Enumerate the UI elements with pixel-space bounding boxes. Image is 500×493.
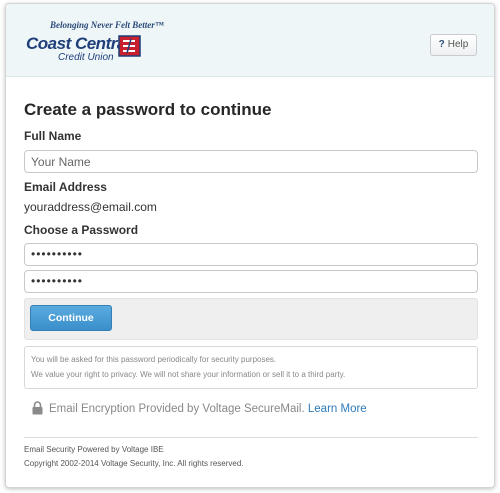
help-icon: ? [438,39,445,50]
logo-name: Coast Central [26,34,131,53]
learn-more-link[interactable]: Learn More [308,403,367,415]
continue-button[interactable]: Continue [30,305,112,331]
logo-mark-icon [118,35,141,57]
full-name-input[interactable] [24,150,478,173]
footer-powered-by: Email Security Powered by Voltage IBE [24,445,164,454]
encryption-text: Email Encryption Provided by Voltage Sec… [49,403,305,415]
notice-line-2: We value your right to privacy. We will … [31,370,346,379]
page-title: Create a password to continue [24,100,272,119]
encryption-notice: Email Encryption Provided by Voltage Sec… [49,403,367,415]
email-label: Email Address [24,180,107,194]
footer-divider [24,437,478,438]
lock-icon [32,401,43,415]
notice-line-1: You will be asked for this password peri… [31,355,277,364]
header: Belonging Never Felt Better™ Coast Centr… [6,4,494,77]
help-label: Help [447,39,469,50]
page-frame: Belonging Never Felt Better™ Coast Centr… [5,3,495,488]
email-value: youraddress@email.com [24,200,157,214]
logo-tagline: Belonging Never Felt Better™ [50,20,164,30]
password-confirm-input[interactable]: •••••••••• [24,270,478,293]
notice-box: You will be asked for this password peri… [24,346,478,389]
help-button[interactable]: ? Help [430,34,477,56]
footer-copyright: Copyright 2002-2014 Voltage Security, In… [24,459,244,468]
logo-subtitle: Credit Union [58,52,114,63]
button-bar: Continue [24,298,478,340]
password-label: Choose a Password [24,223,139,237]
password-input[interactable]: •••••••••• [24,243,478,266]
full-name-label: Full Name [24,129,82,143]
